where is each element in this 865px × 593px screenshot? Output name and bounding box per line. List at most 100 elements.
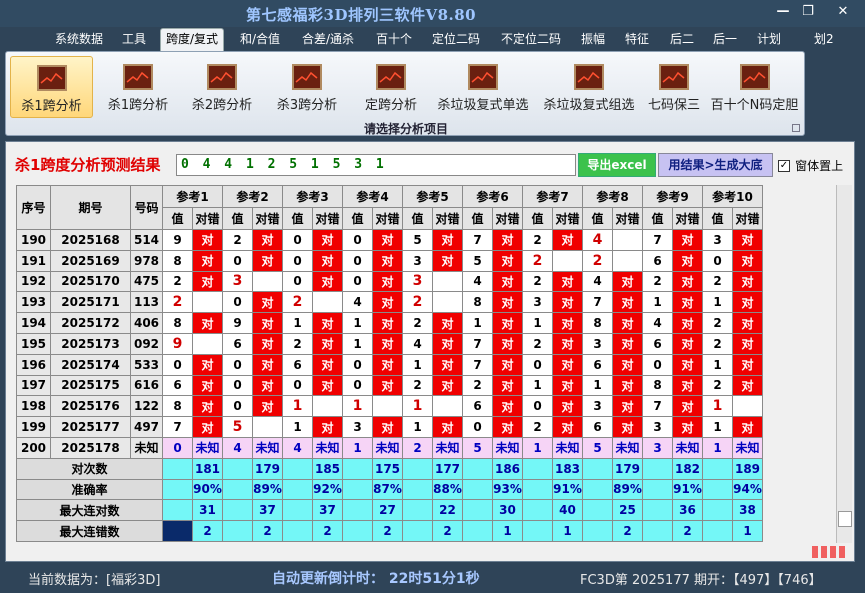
stats-value: 2 — [432, 520, 463, 542]
cell-hit: 对 — [252, 332, 283, 355]
prediction-field[interactable]: 0 4 4 1 2 5 1 5 3 1 — [176, 154, 576, 176]
menu-diff-kill[interactable]: 合差/通杀 — [302, 30, 354, 47]
stats-label: 对次数 — [16, 457, 163, 480]
table-row[interactable]: 193 2025171 113 2 0 对 2 4 对 2 8 对 3 对 7 对 1 对 1 对 — [16, 291, 763, 314]
cell-hit: 对 — [492, 332, 523, 355]
cell-value: 2 — [582, 249, 613, 272]
table-row[interactable]: 190 2025168 514 9 对 2 对 0 对 0 对 5 对 7 对 2 对 4 7 对 3 对 — [16, 229, 763, 251]
cell-value: 9 — [162, 332, 193, 355]
cell-miss — [312, 291, 343, 314]
cell-hit: 对 — [732, 374, 763, 397]
cell-unknown: 未知 — [432, 436, 463, 459]
cell-value: 1 — [342, 312, 373, 334]
cell-value: 8 — [582, 312, 613, 334]
header-ref: 参考4 — [342, 185, 403, 208]
menu-tools[interactable]: 工具 — [122, 30, 146, 47]
menu-amplitude[interactable]: 振幅 — [581, 30, 605, 47]
countdown-label: 自动更新倒计时： 22时51分1秒 — [272, 571, 480, 587]
menu-bar: 系统数据 工具 跨度/复式 和/合值 合差/通杀 百十个 定位二码 不定位二码 … — [0, 27, 865, 51]
cell-hit: 对 — [252, 291, 283, 314]
ribbon-kill3-span[interactable]: 杀3跨分析 — [267, 56, 347, 118]
scrollbar-thumb[interactable] — [838, 511, 852, 527]
minimize-button[interactable]: — — [770, 2, 796, 22]
cell-hit: 对 — [672, 249, 703, 272]
ribbon-seven-three[interactable]: 七码保三 — [642, 56, 706, 118]
cell-hit: 对 — [612, 416, 643, 438]
header-value: 值 — [282, 207, 313, 230]
menu-system-data[interactable]: 系统数据 — [55, 30, 103, 47]
menu-features[interactable]: 特征 — [625, 30, 649, 47]
cell-hit: 对 — [432, 229, 463, 251]
header-ref: 参考1 — [162, 185, 223, 208]
menu-no-position-two[interactable]: 不定位二码 — [501, 30, 561, 47]
close-button[interactable]: ✕ — [830, 2, 856, 22]
ribbon-kill1-span-b[interactable]: 杀1跨分析 — [98, 56, 178, 118]
cell-value: 3 — [702, 229, 733, 251]
cell-value: 7 — [642, 229, 673, 251]
cell-value: 2 — [522, 249, 553, 272]
cell-miss — [192, 291, 223, 314]
table-row[interactable]: 195 2025173 092 9 6 对 2 对 1 对 4 对 7 对 2 对 3 对 6 对 2 对 — [16, 332, 763, 355]
table-row[interactable]: 196 2025174 533 0 对 0 对 6 对 0 对 1 对 7 对 0 对 6 对 0 对 1 对 — [16, 353, 763, 376]
menu-plan2[interactable]: 划2 — [814, 30, 834, 47]
cell-value: 5 — [402, 229, 433, 251]
menu-last-one[interactable]: 后一 — [713, 30, 737, 47]
cell-value: 4 — [282, 436, 313, 459]
ribbon-n-code[interactable]: 百十个N码定胆 — [707, 56, 802, 118]
header-ref: 参考5 — [402, 185, 463, 208]
cell-hit: 对 — [252, 395, 283, 418]
ribbon-kill1-span-a[interactable]: 杀1跨分析 — [10, 56, 93, 118]
cell-hit: 对 — [372, 229, 403, 251]
cell-value: 1 — [642, 291, 673, 314]
cell-value: 2 — [522, 416, 553, 438]
table-row[interactable]: 199 2025177 497 7 对 5 1 对 3 对 1 对 0 对 2 对 6 对 3 对 1 对 — [16, 416, 763, 438]
ribbon-kill2-span[interactable]: 杀2跨分析 — [182, 56, 262, 118]
cell-number: 未知 — [130, 436, 163, 459]
table-row[interactable]: 191 2025169 978 8 对 0 对 0 对 0 对 3 对 5 对 2 2 6 对 0 对 — [16, 249, 763, 272]
cell-value: 0 — [222, 249, 253, 272]
menu-position-two[interactable]: 定位二码 — [432, 30, 480, 47]
checkbox-box[interactable]: ✓ — [778, 159, 790, 172]
header-check: 对错 — [192, 207, 223, 230]
menu-last-two[interactable]: 后二 — [670, 30, 694, 47]
table-row[interactable]: 197 2025175 616 6 对 0 对 0 对 0 对 2 对 2 对 1 对 1 对 8 对 2 对 — [16, 374, 763, 397]
table-row[interactable]: 192 2025170 475 2 对 3 0 对 0 对 3 4 对 2 对 4 对 2 对 2 对 — [16, 270, 763, 293]
cell-hit: 对 — [432, 249, 463, 272]
cell-value: 0 — [342, 374, 373, 397]
stats-value: 40 — [552, 499, 583, 522]
cell-value: 7 — [642, 395, 673, 418]
export-excel-button[interactable]: 导出excel — [578, 153, 656, 177]
header-check: 对错 — [732, 207, 763, 230]
ribbon-expand-icon[interactable] — [792, 124, 800, 132]
resize-grip-icon[interactable] — [812, 546, 848, 558]
ribbon-junk-group[interactable]: 杀垃圾复式组选 — [537, 56, 641, 118]
cell-value: 2 — [702, 312, 733, 334]
ribbon-junk-single[interactable]: 杀垃圾复式单选 — [431, 56, 535, 118]
vertical-scrollbar[interactable] — [836, 185, 852, 543]
cell-value: 7 — [462, 229, 493, 251]
table-row[interactable]: 198 2025176 122 8 对 0 对 1 1 1 6 对 0 对 3 对 7 对 1 — [16, 395, 763, 418]
cell-hit: 对 — [492, 374, 523, 397]
cell-hit: 对 — [492, 270, 523, 293]
maximize-button[interactable]: ❐ — [795, 2, 821, 22]
table-row[interactable]: 194 2025172 406 8 对 9 对 1 对 1 对 2 对 1 对 1 对 8 对 4 对 2 对 — [16, 312, 763, 334]
ribbon-fixed-span[interactable]: 定跨分析 — [351, 56, 431, 118]
cell-value: 1 — [702, 416, 733, 438]
always-on-top-checkbox[interactable]: ✓ 窗体置上 — [778, 155, 843, 173]
stats-label: 最大连错数 — [16, 520, 163, 542]
menu-span-compound[interactable]: 跨度/复式 — [160, 28, 225, 51]
cell-hit: 对 — [552, 332, 583, 355]
stats-row: 最大连对数 31 37 37 27 22 30 40 25 36 38 — [16, 499, 763, 522]
cell-seq: 200 — [16, 436, 51, 459]
menu-digits[interactable]: 百十个 — [376, 30, 412, 47]
menu-sum-value[interactable]: 和/合值 — [240, 30, 280, 47]
cell-miss — [252, 270, 283, 293]
analysis-table: 序号 期号 号码 参考1 参考2 参考3 参考4 参考5 参考6 参考7 参考8 参考9 参考10 值对错… — [16, 185, 763, 542]
cell-value: 0 — [462, 416, 493, 438]
cell-hit: 对 — [492, 229, 523, 251]
generate-base-button[interactable]: 用结果>生成大底 — [658, 153, 773, 177]
cell-value: 1 — [702, 436, 733, 459]
cell-value: 1 — [522, 374, 553, 397]
prediction-row[interactable]: 200 2025178 未知 0 未知 4 未知 4 未知 1 未知 2 未知 5 未知 1 未知 5 未知 3 未知 1… — [16, 436, 763, 459]
menu-plan[interactable]: 计划 — [757, 30, 781, 47]
